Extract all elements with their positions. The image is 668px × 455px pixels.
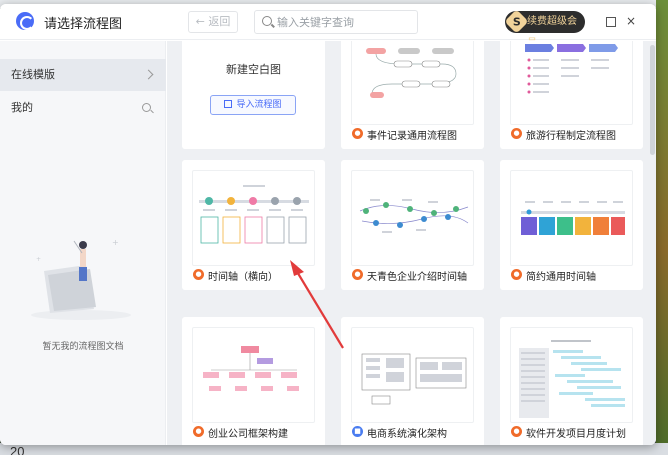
fire-icon: ●	[511, 128, 522, 139]
svg-text:+: +	[112, 238, 119, 247]
template-thumbnail	[510, 327, 633, 423]
search-icon[interactable]	[142, 103, 151, 112]
scrollbar-thumb[interactable]	[650, 45, 655, 155]
back-button[interactable]: ← 返回	[188, 11, 238, 33]
fire-icon: ●	[511, 426, 522, 437]
app-logo-icon	[16, 12, 34, 30]
template-title: 事件记录通用流程图	[367, 131, 457, 142]
template-card[interactable]: ● 事件记录通用流程图	[341, 41, 484, 149]
fire-icon: ●	[352, 269, 363, 280]
sidebar: 在线模版 我的 + + 暂无我的流程图文档	[0, 41, 166, 445]
template-thumbnail	[192, 327, 315, 423]
fire-icon: ●	[193, 269, 204, 280]
flowchart-picker-dialog: 请选择流程图 ← 返回 S 续费超级会员 × 在线模版 我的	[0, 4, 656, 445]
template-title: 创业公司框架构建	[208, 429, 288, 440]
title-bar: 请选择流程图 ← 返回 S 续费超级会员 ×	[0, 4, 656, 49]
template-card[interactable]: ● 软件开发项目月度计划	[500, 317, 643, 445]
template-card[interactable]: ● 简约通用时间轴	[500, 160, 643, 290]
new-blank-card[interactable]: + 新建空白图 导入流程图	[182, 41, 325, 149]
fire-icon: ●	[511, 269, 522, 280]
template-thumbnail	[510, 170, 633, 266]
fire-icon: ●	[193, 426, 204, 437]
import-label: 导入流程图	[236, 100, 282, 110]
sidebar-item-label: 在线模版	[11, 68, 55, 81]
search-input[interactable]	[277, 13, 413, 31]
template-thumbnail	[510, 41, 633, 125]
template-card[interactable]: ● 时间轴（横向）	[182, 160, 325, 290]
template-grid: + 新建空白图 导入流程图 ● 事件	[167, 41, 656, 445]
fire-icon: ●	[352, 128, 363, 139]
maximize-button[interactable]	[602, 13, 618, 29]
template-thumbnail	[351, 41, 474, 125]
vip-badge-icon: S	[504, 9, 529, 34]
template-title: 时间轴（横向）	[208, 272, 278, 283]
empty-state-text: 暂无我的流程图文档	[42, 342, 124, 352]
empty-folder-illustration: + +	[31, 238, 131, 320]
background-image-strip	[656, 0, 668, 455]
template-title: 旅游行程制定流程图	[526, 131, 616, 142]
template-card[interactable]: ■ 电商系统演化架构	[341, 317, 484, 445]
background-page-number: 20	[10, 444, 25, 455]
chevron-right-icon	[143, 69, 154, 80]
search-icon	[262, 16, 272, 26]
template-card[interactable]: ● 旅游行程制定流程图	[500, 41, 643, 149]
template-title: 天青色企业介绍时间轴	[367, 272, 467, 283]
template-title: 简约通用时间轴	[526, 272, 596, 283]
template-title: 电商系统演化架构	[367, 429, 447, 440]
sidebar-item-mine[interactable]: 我的	[0, 92, 166, 124]
import-icon	[224, 100, 233, 108]
svg-text:+: +	[36, 256, 41, 263]
sidebar-item-label: 我的	[11, 101, 33, 114]
new-blank-label: 新建空白图	[226, 63, 281, 76]
template-card[interactable]: ● 创业公司框架构建	[182, 317, 325, 445]
template-thumbnail	[351, 327, 474, 423]
plus-icon: +	[244, 41, 262, 42]
dialog-title: 请选择流程图	[44, 17, 123, 32]
doc-icon: ■	[352, 426, 363, 437]
template-card[interactable]: ● 天青色企业介绍时间轴	[341, 160, 484, 290]
template-thumbnail	[192, 170, 315, 266]
sidebar-item-online-templates[interactable]: 在线模版	[0, 59, 166, 91]
renew-vip-button[interactable]: S 续费超级会员	[504, 9, 585, 49]
import-flowchart-button[interactable]: 导入流程图	[210, 95, 296, 115]
search-box[interactable]	[254, 10, 418, 34]
template-thumbnail	[351, 170, 474, 266]
template-title: 软件开发项目月度计划	[526, 429, 626, 440]
close-button[interactable]: ×	[623, 13, 639, 29]
